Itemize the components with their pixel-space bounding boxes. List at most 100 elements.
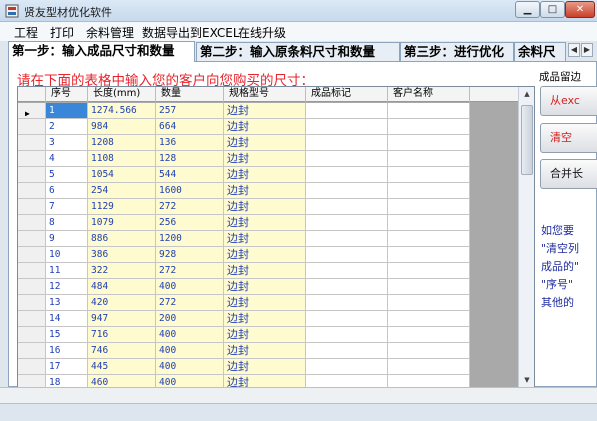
- column-header-customer[interactable]: 客户名称: [388, 87, 470, 102]
- cell-qty[interactable]: 200: [156, 311, 224, 327]
- cell-qty[interactable]: 257: [156, 103, 224, 119]
- cell-mark[interactable]: [306, 215, 388, 231]
- horizontal-scrollbar[interactable]: [0, 387, 597, 404]
- cell-length[interactable]: 746: [88, 343, 156, 359]
- cell-length[interactable]: 1274.566: [88, 103, 156, 119]
- cell-qty[interactable]: 136: [156, 135, 224, 151]
- cell-seq[interactable]: 12: [46, 279, 88, 295]
- cell-mark[interactable]: [306, 135, 388, 151]
- cell-spec[interactable]: 边封: [224, 295, 306, 311]
- menu-online-upgrade[interactable]: 在线升级: [238, 24, 286, 41]
- table-row[interactable]: 17 445 400 边封: [18, 359, 470, 375]
- cell-qty[interactable]: 400: [156, 279, 224, 295]
- tab-leftover[interactable]: 余料尺: [514, 42, 566, 61]
- table-row[interactable]: 10 386 928 边封: [18, 247, 470, 263]
- cell-spec[interactable]: 边封: [224, 359, 306, 375]
- cell-qty[interactable]: 272: [156, 263, 224, 279]
- cell-mark[interactable]: [306, 247, 388, 263]
- row-header[interactable]: [18, 183, 46, 199]
- cell-seq[interactable]: 7: [46, 199, 88, 215]
- cell-qty[interactable]: 928: [156, 247, 224, 263]
- maximize-button[interactable]: □: [540, 1, 565, 18]
- cell-mark[interactable]: [306, 279, 388, 295]
- cell-length[interactable]: 322: [88, 263, 156, 279]
- cell-qty[interactable]: 664: [156, 119, 224, 135]
- row-header[interactable]: [18, 263, 46, 279]
- row-header[interactable]: [18, 151, 46, 167]
- cell-mark[interactable]: [306, 359, 388, 375]
- table-row[interactable]: 15 716 400 边封: [18, 327, 470, 343]
- row-header[interactable]: [18, 231, 46, 247]
- cell-mark[interactable]: [306, 103, 388, 119]
- cell-seq[interactable]: 4: [46, 151, 88, 167]
- cell-customer[interactable]: [388, 231, 470, 247]
- table-row[interactable]: 14 947 200 边封: [18, 311, 470, 327]
- tab-scroll-left-button[interactable]: ◀: [568, 43, 580, 57]
- table-row[interactable]: 5 1054 544 边封: [18, 167, 470, 183]
- table-row[interactable]: 12 484 400 边封: [18, 279, 470, 295]
- cell-length[interactable]: 947: [88, 311, 156, 327]
- row-header[interactable]: [18, 311, 46, 327]
- cell-spec[interactable]: 边封: [224, 263, 306, 279]
- row-header[interactable]: [18, 279, 46, 295]
- scroll-up-button[interactable]: ▲: [520, 87, 534, 101]
- cell-customer[interactable]: [388, 151, 470, 167]
- cell-spec[interactable]: 边封: [224, 135, 306, 151]
- row-header[interactable]: [18, 327, 46, 343]
- cell-customer[interactable]: [388, 183, 470, 199]
- cell-customer[interactable]: [388, 279, 470, 295]
- table-row[interactable]: 4 1108 128 边封: [18, 151, 470, 167]
- cell-spec[interactable]: 边封: [224, 183, 306, 199]
- cell-seq[interactable]: 9: [46, 231, 88, 247]
- cell-seq[interactable]: 16: [46, 343, 88, 359]
- cell-spec[interactable]: 边封: [224, 279, 306, 295]
- cell-mark[interactable]: [306, 327, 388, 343]
- cell-length[interactable]: 1208: [88, 135, 156, 151]
- cell-spec[interactable]: 边封: [224, 311, 306, 327]
- cell-customer[interactable]: [388, 343, 470, 359]
- cell-seq[interactable]: 3: [46, 135, 88, 151]
- tab-step3[interactable]: 第三步：进行优化: [400, 42, 514, 61]
- cell-seq[interactable]: 2: [46, 119, 88, 135]
- table-row[interactable]: 16 746 400 边封: [18, 343, 470, 359]
- cell-spec[interactable]: 边封: [224, 343, 306, 359]
- clear-button[interactable]: 清空: [540, 123, 597, 153]
- cell-length[interactable]: 1054: [88, 167, 156, 183]
- cell-seq[interactable]: 17: [46, 359, 88, 375]
- cell-customer[interactable]: [388, 263, 470, 279]
- cell-qty[interactable]: 128: [156, 151, 224, 167]
- cell-qty[interactable]: 272: [156, 295, 224, 311]
- tab-step1[interactable]: 第一步：输入成品尺寸和数量: [8, 41, 195, 62]
- column-header-length[interactable]: 长度(mm): [88, 87, 156, 102]
- cell-customer[interactable]: [388, 103, 470, 119]
- import-excel-button[interactable]: 从exc: [540, 86, 597, 116]
- cell-spec[interactable]: 边封: [224, 199, 306, 215]
- table-row[interactable]: ▶ 1 1274.566 257 边封: [18, 103, 470, 119]
- cell-seq[interactable]: 15: [46, 327, 88, 343]
- cell-spec[interactable]: 边封: [224, 151, 306, 167]
- cell-qty[interactable]: 256: [156, 215, 224, 231]
- cell-customer[interactable]: [388, 247, 470, 263]
- cell-customer[interactable]: [388, 359, 470, 375]
- column-header-seq[interactable]: 序号: [46, 87, 88, 102]
- cell-seq[interactable]: 13: [46, 295, 88, 311]
- cell-customer[interactable]: [388, 311, 470, 327]
- cell-mark[interactable]: [306, 167, 388, 183]
- cell-length[interactable]: 484: [88, 279, 156, 295]
- table-row[interactable]: 2 984 664 边封: [18, 119, 470, 135]
- row-header[interactable]: [18, 135, 46, 151]
- tab-scroll-right-button[interactable]: ▶: [581, 43, 593, 57]
- cell-qty[interactable]: 1600: [156, 183, 224, 199]
- menu-print[interactable]: 打印: [50, 24, 74, 41]
- row-header[interactable]: [18, 343, 46, 359]
- close-button[interactable]: ✕: [565, 1, 595, 18]
- table-row[interactable]: 3 1208 136 边封: [18, 135, 470, 151]
- column-header-mark[interactable]: 成品标记: [306, 87, 388, 102]
- cell-length[interactable]: 254: [88, 183, 156, 199]
- cell-spec[interactable]: 边封: [224, 215, 306, 231]
- column-header-spec[interactable]: 规格型号: [224, 87, 306, 102]
- cell-seq[interactable]: 1: [46, 103, 88, 119]
- cell-customer[interactable]: [388, 135, 470, 151]
- row-header[interactable]: [18, 295, 46, 311]
- cell-mark[interactable]: [306, 311, 388, 327]
